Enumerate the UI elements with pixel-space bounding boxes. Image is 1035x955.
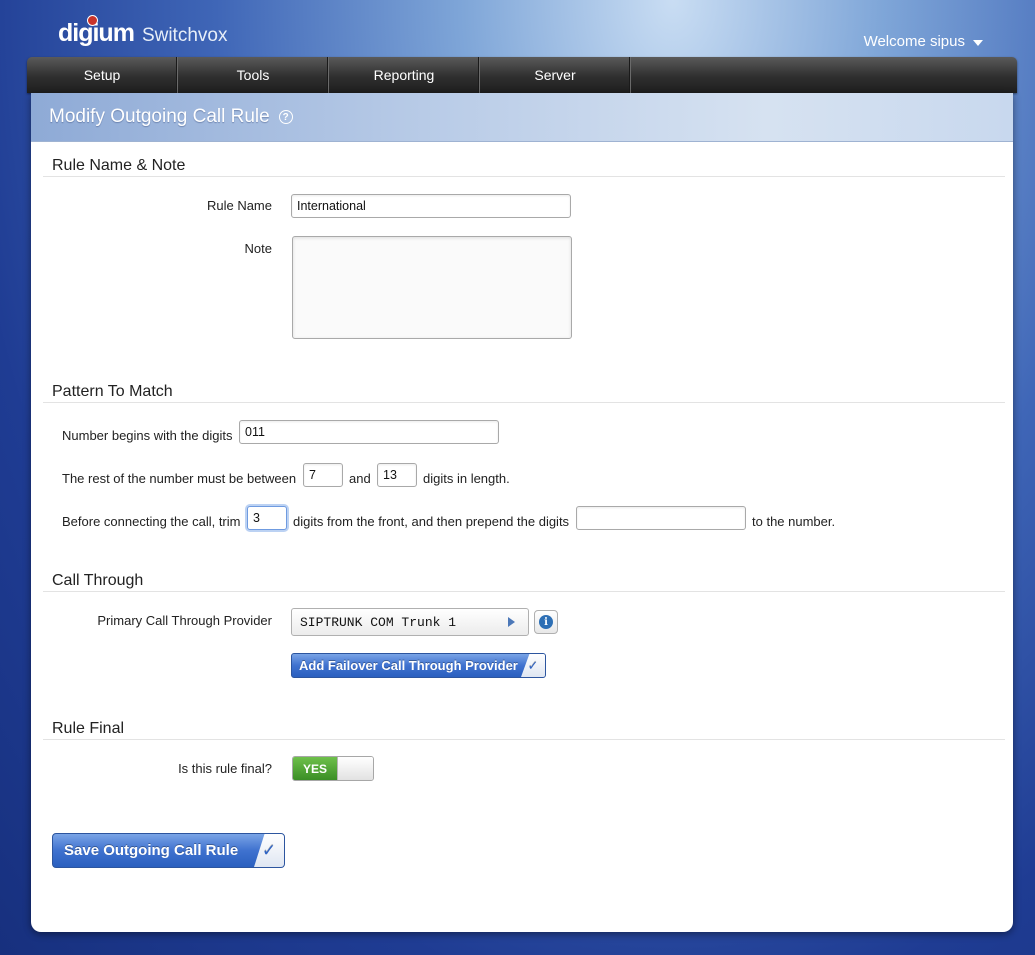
welcome-text: Welcome sipus (863, 33, 965, 50)
user-menu[interactable]: Welcome sipus (864, 33, 983, 50)
digium-logo: digium Switchvox (58, 12, 227, 46)
section-divider (43, 739, 1005, 740)
page-title: Modify Outgoing Call Rule (49, 106, 270, 127)
nav-reporting[interactable]: Reporting (329, 57, 480, 93)
begins-label: Number begins with the digits (62, 428, 233, 443)
rule-name-input[interactable] (291, 194, 571, 218)
toggle-knob (337, 757, 373, 780)
section-divider (43, 176, 1005, 177)
to-number-label: to the number. (752, 514, 836, 529)
panel-header: Modify Outgoing Call Rule ? (31, 93, 1013, 142)
trim-digits-input[interactable] (247, 506, 287, 530)
logo-dot-icon (87, 15, 98, 26)
primary-provider-label: Primary Call Through Provider (97, 613, 272, 628)
save-rule-button[interactable]: Save Outgoing Call Rule ✓ (52, 833, 285, 868)
note-label: Note (244, 241, 272, 256)
min-length-input[interactable] (303, 463, 343, 487)
chevron-down-icon (973, 40, 983, 46)
and-label: and (349, 471, 371, 486)
save-rule-label: Save Outgoing Call Rule (64, 842, 239, 859)
note-textarea[interactable] (292, 236, 572, 339)
nav-setup[interactable]: Setup (27, 57, 178, 93)
provider-info-button[interactable]: i (534, 610, 558, 634)
rule-final-toggle[interactable]: YES (292, 756, 374, 781)
add-failover-label: Add Failover Call Through Provider (299, 658, 518, 673)
add-failover-button[interactable]: Add Failover Call Through Provider ✓ (291, 653, 546, 678)
toggle-yes-label: YES (293, 757, 337, 780)
primary-provider-value: SIPTRUNK COM Trunk 1 (300, 614, 457, 630)
main-nav: Setup Tools Reporting Server (27, 57, 1017, 93)
nav-server[interactable]: Server (480, 57, 631, 93)
rule-final-label: Is this rule final? (178, 761, 272, 776)
play-arrow-icon (508, 617, 515, 627)
begins-digits-input[interactable] (239, 420, 499, 444)
rule-name-label: Rule Name (206, 198, 272, 213)
length-suffix-label: digits in length. (423, 471, 510, 486)
logo-brand: digium (58, 15, 135, 46)
section-divider (43, 591, 1005, 592)
section-divider (43, 402, 1005, 403)
section-title-call-through: Call Through (52, 572, 144, 589)
primary-provider-select[interactable]: SIPTRUNK COM Trunk 1 (291, 608, 529, 636)
info-icon: i (539, 615, 553, 629)
section-title-pattern: Pattern To Match (52, 383, 173, 400)
logo-product: Switchvox (141, 25, 228, 46)
prepend-digits-input[interactable] (576, 506, 746, 530)
rest-length-label: The rest of the number must be between (62, 471, 297, 486)
nav-tools[interactable]: Tools (178, 57, 329, 93)
checkmark-icon: ✓ (521, 654, 545, 677)
prepend-label: digits from the front, and then prepend … (293, 514, 570, 529)
help-icon[interactable]: ? (278, 110, 293, 124)
max-length-input[interactable] (377, 463, 417, 487)
checkmark-icon: ✓ (254, 834, 284, 867)
main-panel: Modify Outgoing Call Rule ? Rule Name & … (31, 93, 1013, 932)
trim-label: Before connecting the call, trim (62, 514, 241, 529)
section-title-rule-final: Rule Final (52, 720, 125, 737)
section-title-rule-name: Rule Name & Note (52, 157, 186, 174)
